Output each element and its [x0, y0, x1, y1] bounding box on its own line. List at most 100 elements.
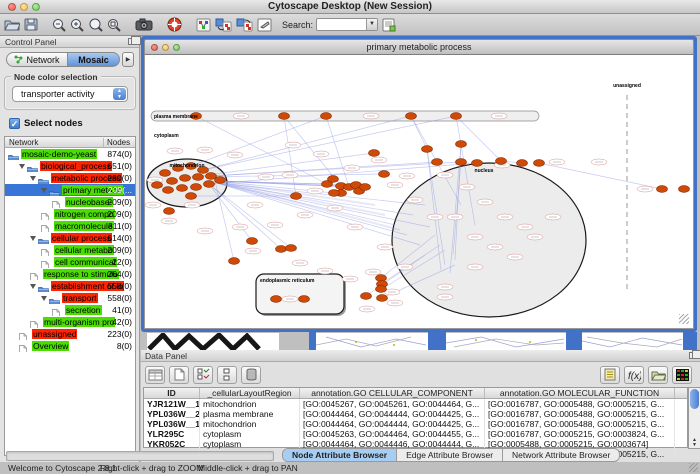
- background-window-fragment[interactable]: [446, 332, 566, 350]
- col-header-molecular-function[interactable]: annotation.GO MOLECULAR_FUNCTION: [485, 388, 675, 398]
- camera-icon[interactable]: [135, 16, 153, 34]
- tree-row-primary-metabo[interactable]: primary metabo209(...: [5, 184, 135, 196]
- network-node[interactable]: [329, 190, 340, 197]
- open-file-icon[interactable]: [4, 16, 20, 34]
- col-header-id[interactable]: ID: [144, 388, 200, 398]
- tree-row-cell-communicat[interactable]: cell communicat22(0): [5, 256, 135, 268]
- minimize-traffic-light[interactable]: [20, 3, 28, 11]
- app-resize-grip[interactable]: [689, 463, 698, 472]
- network-node[interactable]: [279, 113, 290, 120]
- table-cell[interactable]: mitochondrion: [200, 399, 300, 409]
- attribute-checklist-icon[interactable]: [193, 366, 213, 384]
- float-panel-icon[interactable]: [689, 352, 697, 359]
- network-node[interactable]: [379, 171, 390, 178]
- network-node[interactable]: [163, 187, 174, 194]
- network-node[interactable]: [456, 141, 467, 148]
- help-lifering-icon[interactable]: [167, 16, 182, 34]
- network-node[interactable]: [534, 160, 545, 167]
- network-node[interactable]: [679, 186, 690, 193]
- tab-overflow-button[interactable]: ▶: [122, 52, 134, 67]
- network-node[interactable]: [186, 193, 197, 200]
- background-window-fragment[interactable]: [582, 332, 683, 350]
- tree-row-nitrogen-compo[interactable]: nitrogen compo209(0): [5, 208, 135, 220]
- network-node[interactable]: [361, 293, 372, 300]
- network-node[interactable]: [160, 170, 171, 177]
- network-overview-icon[interactable]: [196, 16, 211, 34]
- tree-row-mosaic-demo-yeast[interactable]: mosaic-demo-yeast874(0): [5, 148, 135, 160]
- table-cell[interactable]: YLR295C: [144, 429, 200, 439]
- tree-row-unassigned[interactable]: unassigned223(0): [5, 328, 135, 340]
- table-cell[interactable]: [GO:0045267, GO:0045261, GO:0044464, G..…: [300, 399, 485, 409]
- network-resize-grip[interactable]: [679, 314, 689, 324]
- node-color-dropdown[interactable]: transporter activity ▲▼: [12, 86, 128, 102]
- tree-row-nucleobase-[interactable]: nucleobase-209(0): [5, 196, 135, 208]
- col-header-cellular-component[interactable]: annotation.GO CELLULAR_COMPONENT: [300, 388, 485, 398]
- table-cell[interactable]: [GO:0016787, GO:0005488, GO:0005215, G..…: [485, 409, 675, 419]
- network-node[interactable]: [180, 175, 191, 182]
- network-node[interactable]: [177, 185, 188, 192]
- zoom-out-icon[interactable]: [52, 16, 66, 34]
- import-folder-icon[interactable]: [648, 366, 668, 384]
- network-node[interactable]: [360, 184, 371, 191]
- network-node[interactable]: [377, 295, 388, 302]
- tab-edge-attribute-browser[interactable]: Edge Attribute Browser: [397, 449, 503, 461]
- table-cell[interactable]: [GO:0016787, GO:0005488, GO:0005215, G..…: [485, 399, 675, 409]
- background-window-fragment[interactable]: [316, 332, 428, 350]
- network-node[interactable]: [247, 238, 258, 245]
- unhide-all-icon[interactable]: [236, 16, 253, 34]
- tree-row-transport[interactable]: transport558(0): [5, 292, 135, 304]
- scrollbar-arrows[interactable]: ▲▼: [689, 438, 700, 448]
- float-panel-icon[interactable]: [128, 38, 136, 45]
- table-cell[interactable]: YKR052C: [144, 439, 200, 449]
- tab-network-attribute-browser[interactable]: Network Attribute Browser: [503, 449, 619, 461]
- zoom-traffic-light[interactable]: [32, 3, 40, 11]
- table-cell[interactable]: YPL036W__1: [144, 419, 200, 429]
- network-minimize-traffic-light[interactable]: [162, 44, 169, 51]
- network-canvas[interactable]: plasma membranecytoplasmmitochondrionnuc…: [144, 55, 694, 329]
- table-cell[interactable]: [GO:0016787, GO:0005215, GO:0003824, G..…: [485, 429, 675, 439]
- annotation-icon[interactable]: [257, 16, 272, 34]
- table-row-YJR121W__1[interactable]: YJR121W__1mitochondrion[GO:0045267, GO:0…: [144, 399, 687, 409]
- formula-fx-icon[interactable]: f(x): [624, 366, 644, 384]
- disclosure-triangle-icon[interactable]: [19, 164, 25, 169]
- network-node[interactable]: [229, 258, 240, 265]
- tree-row-overview[interactable]: Overview8(0): [5, 340, 135, 352]
- network-node[interactable]: [321, 113, 332, 120]
- create-attribute-icon[interactable]: [169, 366, 189, 384]
- network-node[interactable]: [451, 113, 462, 120]
- disclosure-triangle-icon[interactable]: [30, 176, 36, 181]
- scrollbar-thumb[interactable]: [690, 389, 699, 409]
- tree-col-nodes[interactable]: Nodes: [103, 138, 130, 147]
- network-node[interactable]: [271, 296, 282, 303]
- zoom-selected-icon[interactable]: [88, 16, 103, 34]
- zoom-fit-icon[interactable]: [107, 16, 121, 34]
- table-cell[interactable]: [GO:0044464, GO:0044444, GO:0044425, G..…: [300, 419, 485, 429]
- disclosure-triangle-icon[interactable]: [30, 236, 36, 241]
- tree-row-macromolecule[interactable]: macromolecule311(0): [5, 220, 135, 232]
- network-node[interactable]: [286, 245, 297, 252]
- select-nodes-checkbox[interactable]: ✓: [9, 118, 20, 129]
- network-node[interactable]: [422, 146, 433, 153]
- tree-row-metabolic-process[interactable]: metabolic process280(0): [5, 172, 135, 184]
- network-node[interactable]: [167, 178, 178, 185]
- table-cell[interactable]: cytoplasm: [200, 429, 300, 439]
- network-node[interactable]: [657, 186, 668, 193]
- network-graph[interactable]: plasma membranecytoplasmmitochondrionnuc…: [145, 55, 693, 327]
- network-node[interactable]: [432, 159, 443, 166]
- tree-row-multi-organism-pro[interactable]: multi-organism pro42(0): [5, 316, 135, 328]
- table-cell[interactable]: mitochondrion: [200, 419, 300, 429]
- tree-row-biological-process[interactable]: biological_process651(0): [5, 160, 135, 172]
- network-node[interactable]: [191, 184, 202, 191]
- tree-row-establishment-of-lo[interactable]: establishment of lo558(0): [5, 280, 135, 292]
- import-table-icon[interactable]: [382, 16, 396, 34]
- col-header-region[interactable]: _cellularLayoutRegion: [200, 388, 300, 398]
- network-node[interactable]: [291, 193, 302, 200]
- select-attributes-icon[interactable]: [145, 366, 165, 384]
- notes-icon[interactable]: [600, 366, 620, 384]
- tree-row-secretion[interactable]: secretion41(0): [5, 304, 135, 316]
- network-node[interactable]: [369, 150, 380, 157]
- tree-col-network[interactable]: Network: [9, 138, 38, 147]
- tab-node-attribute-browser[interactable]: Node Attribute Browser: [283, 449, 397, 461]
- tree-row-cellular-process[interactable]: cellular process614(0): [5, 232, 135, 244]
- search-dropdown-arrow[interactable]: ▼: [366, 19, 377, 30]
